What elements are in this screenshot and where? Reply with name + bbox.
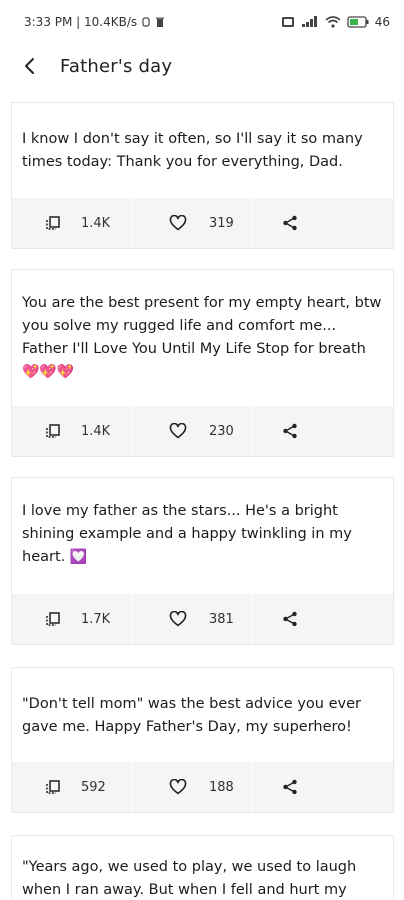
- like-count: 188: [209, 779, 234, 795]
- share-button[interactable]: [252, 762, 393, 812]
- quote-card: I love my father as the stars... He's a …: [11, 477, 394, 645]
- card-actions: 1.7K 381: [12, 594, 393, 644]
- back-button[interactable]: [0, 44, 60, 88]
- like-count: 319: [209, 215, 234, 231]
- share-icon: [283, 215, 297, 231]
- like-button[interactable]: 230: [132, 406, 252, 456]
- back-arrow-icon: [25, 58, 34, 74]
- battery-icon: [347, 16, 369, 28]
- wifi-icon: [325, 16, 341, 28]
- quote-card: You are the best present for my empty he…: [11, 269, 394, 457]
- copy-icon: [46, 612, 60, 626]
- sim-icon: [281, 16, 295, 28]
- quote-text[interactable]: "Years ago, we used to play, we used to …: [12, 836, 393, 900]
- quote-card: "Don't tell mom" was the best advice you…: [11, 667, 394, 813]
- like-count: 381: [209, 611, 234, 627]
- quote-text[interactable]: You are the best present for my empty he…: [12, 270, 393, 407]
- copy-count: 592: [81, 779, 106, 795]
- share-icon: [283, 611, 297, 627]
- copy-icon: [46, 780, 60, 794]
- copy-button[interactable]: 1.7K: [12, 594, 132, 644]
- quote-card: "Years ago, we used to play, we used to …: [11, 835, 394, 900]
- quote-text-content: You are the best present for my empty he…: [22, 292, 383, 384]
- card-actions: 1.4K 230: [12, 406, 393, 456]
- copy-icon: [46, 424, 60, 438]
- heart-icon: [169, 779, 187, 795]
- share-icon: [283, 423, 297, 439]
- status-right: 46: [281, 15, 390, 29]
- emoji-sparkle-hearts: 💖💖💖: [22, 364, 75, 380]
- heart-icon: [169, 611, 187, 627]
- card-actions: 1.4K 319: [12, 198, 393, 248]
- quote-card: I know I don't say it often, so I'll say…: [11, 102, 394, 249]
- app-bar: Father's day: [0, 44, 404, 88]
- battery-level: 46: [374, 15, 390, 29]
- copy-icon: [46, 216, 60, 230]
- status-bar: 3:33 PM | 10.4KB/s 46: [0, 0, 404, 44]
- share-button[interactable]: [252, 594, 393, 644]
- like-button[interactable]: 188: [132, 762, 252, 812]
- copy-button[interactable]: 1.4K: [12, 198, 132, 248]
- like-count: 230: [209, 423, 234, 439]
- signal-icon: [301, 16, 319, 28]
- copy-count: 1.4K: [81, 215, 111, 231]
- share-button[interactable]: [252, 406, 393, 456]
- quote-text[interactable]: "Don't tell mom" was the best advice you…: [12, 668, 393, 763]
- quote-text[interactable]: I know I don't say it often, so I'll say…: [12, 103, 393, 198]
- copy-button[interactable]: 592: [12, 762, 132, 812]
- quote-text-content: "Don't tell mom" was the best advice you…: [22, 695, 361, 735]
- quote-text-body: You are the best present for my empty he…: [22, 295, 382, 357]
- like-button[interactable]: 319: [132, 198, 252, 248]
- share-button[interactable]: [252, 198, 393, 248]
- copy-count: 1.7K: [81, 611, 111, 627]
- copy-button[interactable]: 1.4K: [12, 406, 132, 456]
- copy-count: 1.4K: [81, 423, 111, 439]
- trash-icon: [155, 16, 165, 28]
- heart-icon: [169, 423, 187, 439]
- heart-icon: [169, 215, 187, 231]
- quote-text-content: I love my father as the stars... He's a …: [22, 500, 383, 569]
- like-button[interactable]: 381: [132, 594, 252, 644]
- card-actions: 592 188: [12, 762, 393, 812]
- share-icon: [283, 779, 297, 795]
- quote-text[interactable]: I love my father as the stars... He's a …: [12, 478, 393, 595]
- sync-icon: [141, 16, 151, 28]
- status-left: 3:33 PM | 10.4KB/s: [24, 15, 165, 29]
- page-title: Father's day: [60, 55, 173, 77]
- emoji-heart-decoration: 💟: [69, 549, 88, 565]
- quote-text-content: "Years ago, we used to play, we used to …: [22, 859, 357, 898]
- status-time: 3:33 PM | 10.4KB/s: [24, 15, 138, 29]
- quote-text-content: I know I don't say it often, so I'll say…: [22, 130, 363, 170]
